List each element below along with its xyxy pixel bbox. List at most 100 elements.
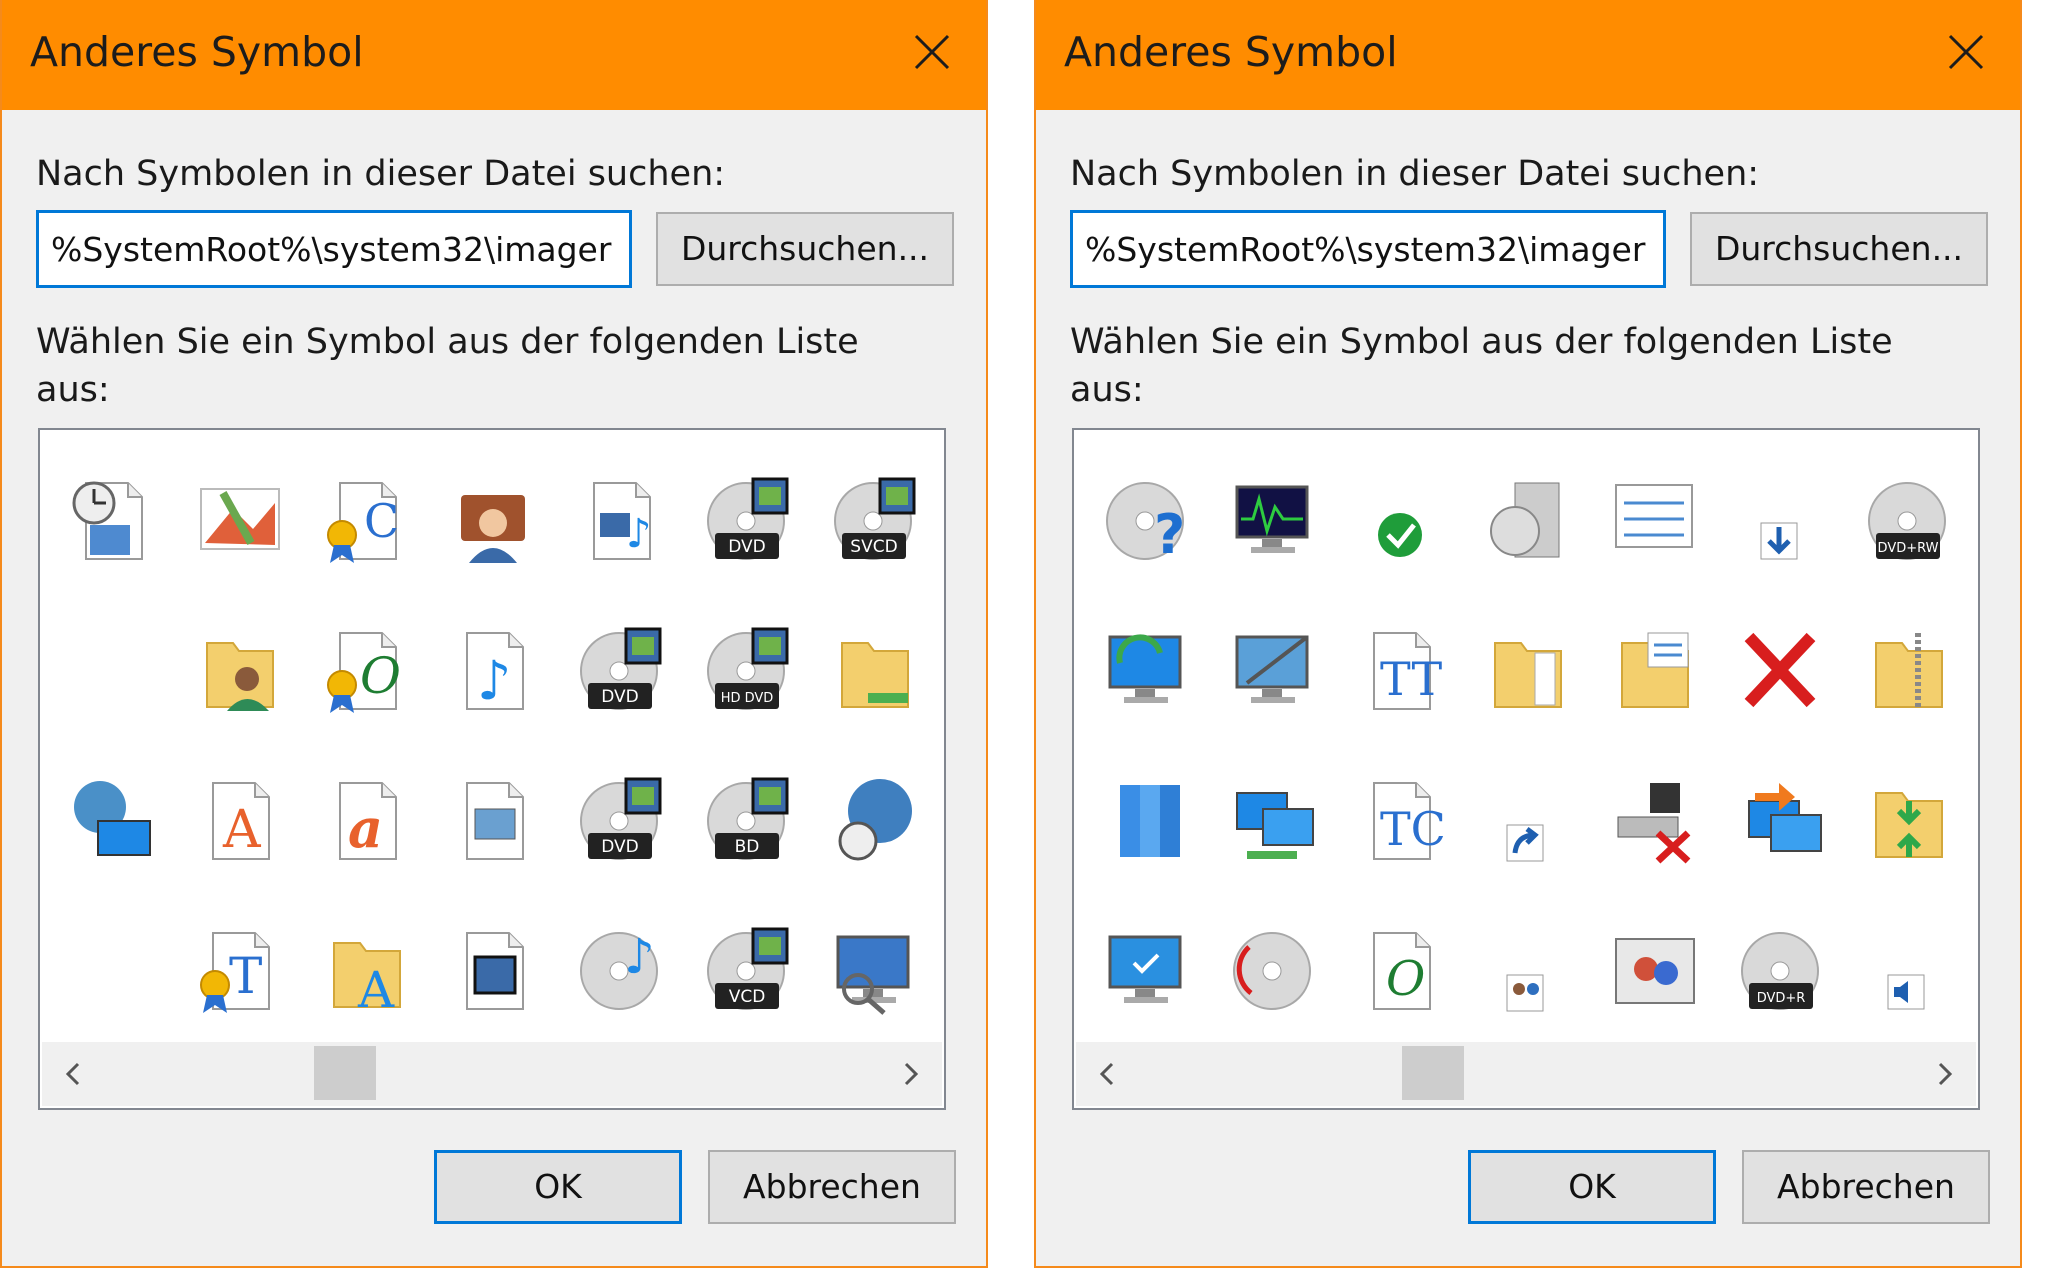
icon-list[interactable]: ? DVD+RW TT TC O DVD+R	[1072, 428, 1980, 1110]
speaker-icon[interactable]	[1844, 894, 1971, 1044]
scrollbar-thumb[interactable]	[314, 1046, 376, 1100]
scrollbar-thumb[interactable]	[1402, 1046, 1464, 1100]
monitor-magnifier-icon[interactable]	[810, 894, 937, 1044]
users-small-icon[interactable]	[1463, 894, 1590, 1044]
network-computers-icon-graphic	[1235, 792, 1314, 859]
computer-check-icon[interactable]	[1082, 894, 1209, 1044]
certificate-font-icon[interactable]: C	[302, 444, 429, 594]
svcd-disc-icon-graphic: SVCD	[833, 477, 915, 560]
video-music-doc-icon[interactable]: ♪	[556, 444, 683, 594]
certificate-opentype-icon[interactable]: O	[302, 594, 429, 744]
computer-check-icon-graphic	[1108, 935, 1181, 1003]
font-tc-doc-icon[interactable]: TC	[1336, 744, 1463, 894]
browse-button[interactable]: Durchsuchen...	[656, 212, 954, 286]
disc-badge-label: DVD	[601, 837, 639, 857]
disc-box-icon[interactable]	[1463, 444, 1590, 594]
disc-badge-label: DVD	[601, 687, 639, 707]
fonts-folder-icon[interactable]: A	[302, 894, 429, 1044]
close-icon[interactable]	[1946, 32, 1986, 72]
monitor-pen-icon[interactable]	[1209, 594, 1336, 744]
map-picture-icon[interactable]	[175, 444, 302, 594]
horizontal-scrollbar[interactable]	[42, 1042, 942, 1106]
globe-clock-icon-graphic	[838, 779, 912, 861]
scroll-left-icon[interactable]	[1090, 1056, 1126, 1092]
checklist-window-icon-graphic	[1614, 484, 1693, 548]
svg-text:♪: ♪	[626, 511, 652, 557]
certificate-truetype-icon-graphic: T	[199, 932, 270, 1013]
zip-folder-icon[interactable]	[1844, 594, 1971, 744]
hddvd-disc-icon[interactable]: HD DVD	[683, 594, 810, 744]
photo-people-icon[interactable]	[1590, 894, 1717, 1044]
cancel-button[interactable]: Abbrechen	[708, 1150, 956, 1224]
music-doc-icon[interactable]: ♪	[429, 594, 556, 744]
user-folder-icon-graphic	[205, 642, 274, 711]
blue-books-icon[interactable]	[1082, 744, 1209, 894]
document-folder-icon[interactable]	[1463, 594, 1590, 744]
disc-question-icon[interactable]: ?	[1082, 444, 1209, 594]
music-disc-icon[interactable]: ♪	[556, 894, 683, 1044]
network-folder-icon[interactable]	[810, 594, 937, 744]
blank-icon	[48, 594, 175, 744]
map-picture-icon-graphic	[199, 488, 280, 550]
ok-button[interactable]: OK	[434, 1150, 682, 1224]
dvdr-disc-icon[interactable]: DVD+R	[1717, 894, 1844, 1044]
disc-burn-icon[interactable]	[1209, 894, 1336, 1044]
network-sync-icon[interactable]	[1082, 594, 1209, 744]
user-briefcase-icon[interactable]	[429, 444, 556, 594]
icon-grid: C ♪ DVD SVCD O ♪ DVD HD DVD Aa DVD BD T A ♪ VCD	[48, 444, 938, 1044]
network-share-icon-graphic	[1747, 783, 1822, 852]
globe-clock-icon[interactable]	[810, 744, 937, 894]
dvd-disc-icon[interactable]: DVD	[683, 444, 810, 594]
clock-doc-icon[interactable]	[48, 444, 175, 594]
svg-text:T: T	[229, 947, 262, 1005]
video-doc-icon[interactable]	[429, 894, 556, 1044]
user-folder-icon[interactable]	[175, 594, 302, 744]
compress-folder-icon[interactable]	[1844, 744, 1971, 894]
checklist-folder-icon[interactable]	[1590, 594, 1717, 744]
red-x-icon[interactable]	[1717, 594, 1844, 744]
dvd-disc-icon[interactable]: DVD	[556, 594, 683, 744]
certificate-truetype-icon[interactable]: T	[175, 894, 302, 1044]
drive-disconnected-icon[interactable]	[1590, 744, 1717, 894]
globe-network-icon[interactable]	[48, 744, 175, 894]
vcd-disc-icon[interactable]: VCD	[683, 894, 810, 1044]
scroll-left-icon[interactable]	[56, 1056, 92, 1092]
icon-list[interactable]: C ♪ DVD SVCD O ♪ DVD HD DVD Aa DVD BD T A ♪ VCD	[38, 428, 946, 1110]
opentype-doc-icon[interactable]: O	[1336, 894, 1463, 1044]
green-check-icon[interactable]	[1336, 444, 1463, 594]
font-italic-a-icon[interactable]: a	[302, 744, 429, 894]
truetype-doc-icon[interactable]: TT	[1336, 594, 1463, 744]
users-small-icon-graphic	[1506, 974, 1543, 1012]
dvd-disc-icon-graphic: DVD	[579, 627, 661, 710]
dvd-disc-icon-graphic: DVD	[706, 477, 788, 560]
file-path-input[interactable]	[1070, 210, 1666, 288]
performance-monitor-icon-graphic	[1235, 485, 1308, 553]
font-a-doc-icon[interactable]: A	[175, 744, 302, 894]
ok-button[interactable]: OK	[1468, 1150, 1716, 1224]
checklist-window-icon[interactable]	[1590, 444, 1717, 594]
svcd-disc-icon[interactable]: SVCD	[810, 444, 937, 594]
file-path-input[interactable]	[36, 210, 632, 288]
dvdrw-disc-icon[interactable]: DVD+RW	[1844, 444, 1971, 594]
close-icon[interactable]	[912, 32, 952, 72]
shortcut-arrow-icon[interactable]	[1463, 744, 1590, 894]
network-share-icon[interactable]	[1717, 744, 1844, 894]
picture-doc-icon-graphic	[465, 782, 524, 860]
bd-disc-icon[interactable]: BD	[683, 744, 810, 894]
horizontal-scrollbar[interactable]	[1076, 1042, 1976, 1106]
scroll-right-icon[interactable]	[1926, 1056, 1962, 1092]
download-arrow-icon[interactable]	[1717, 444, 1844, 594]
scroll-right-icon[interactable]	[892, 1056, 928, 1092]
performance-monitor-icon[interactable]	[1209, 444, 1336, 594]
globe-network-icon-graphic	[73, 781, 151, 856]
picture-doc-icon[interactable]	[429, 744, 556, 894]
svg-text:A: A	[222, 800, 262, 860]
browse-button[interactable]: Durchsuchen...	[1690, 212, 1988, 286]
title-bar: Anderes Symbol	[1036, 0, 2020, 110]
clock-doc-icon-graphic	[72, 481, 143, 560]
disc-box-icon-graphic	[1489, 482, 1559, 558]
network-computers-icon[interactable]	[1209, 744, 1336, 894]
cancel-button[interactable]: Abbrechen	[1742, 1150, 1990, 1224]
disc-badge-label: DVD+RW	[1877, 541, 1938, 556]
dvd-disc-icon[interactable]: DVD	[556, 744, 683, 894]
